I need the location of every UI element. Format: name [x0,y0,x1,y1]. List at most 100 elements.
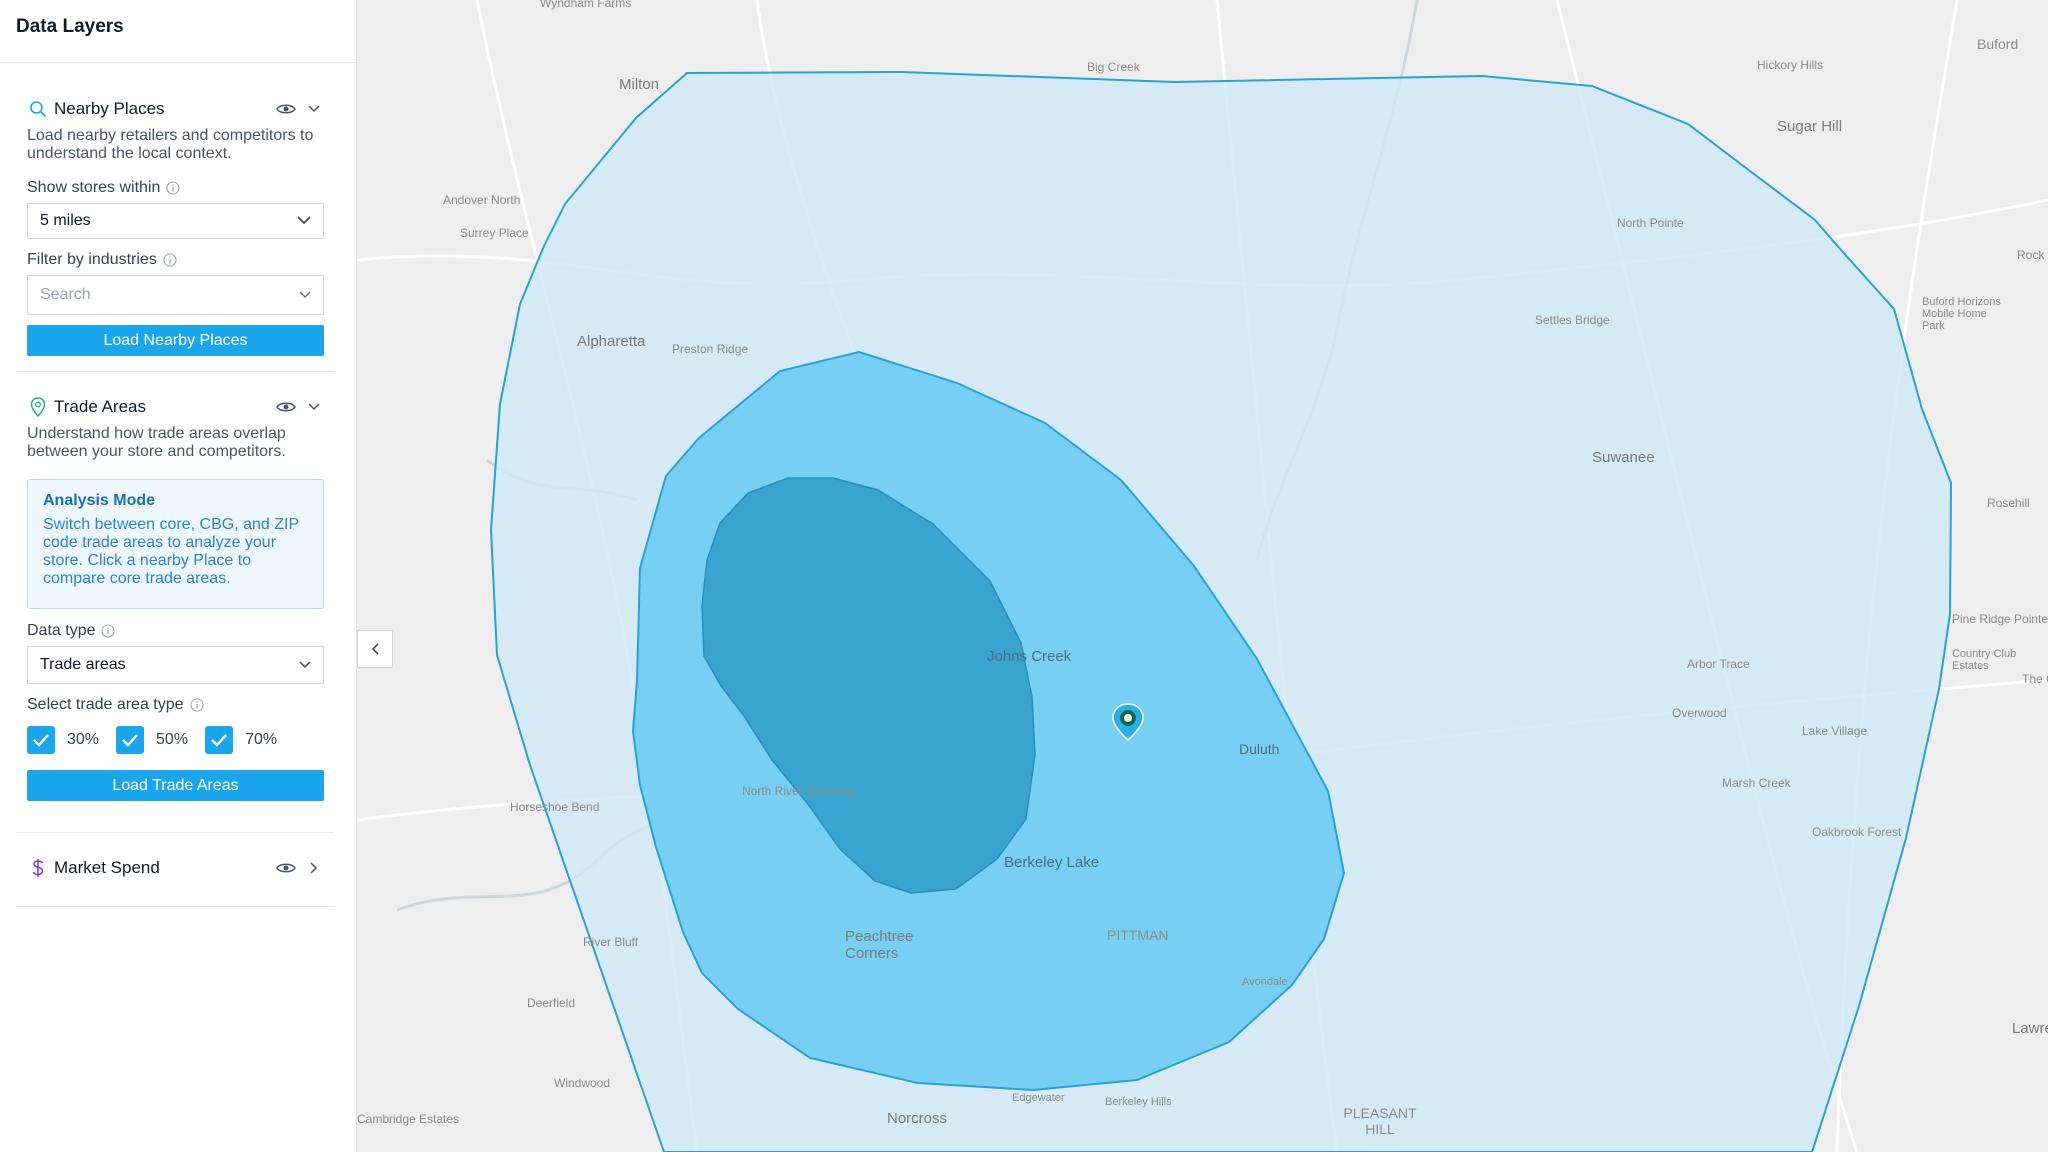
check-icon [211,734,227,747]
section-divider [16,371,334,372]
eye-icon[interactable] [276,858,296,878]
map-label-north-river: North River Crossing [742,784,854,798]
map-canvas[interactable]: Milton Sugar Hill Alpharetta Suwanee Joh… [357,0,2048,1152]
section-divider [16,906,334,907]
map-label-duluth: Duluth [1239,741,1280,757]
map-label-suwanee: Suwanee [1592,449,1655,466]
data-type-label-text: Data type [27,622,96,639]
radius-label: Show stores within [27,179,334,197]
trade-areas-header[interactable]: Trade Areas [16,393,334,421]
map-label-lawrence: Lawrenc [2012,1020,2048,1037]
map-label-windwood: Windwood [554,1076,611,1090]
map-label-surrey-place: Surrey Place [460,226,529,240]
map-label-country-club: Country Club Estates [1952,648,2017,672]
trade-area-type-checkboxes: 30% 50% 70% [27,726,334,754]
dollar-icon [26,856,50,880]
map-label-the-c: The C [2022,672,2048,686]
market-spend-section: Market Spend [16,854,334,882]
chevron-down-icon[interactable] [304,397,324,417]
map-label-big-creek: Big Creek [1087,60,1140,74]
checkbox-50[interactable] [116,726,145,754]
info-icon[interactable] [163,253,177,267]
trade-areas-section: Trade Areas Understand how trade areas o… [16,393,334,801]
map-label-johns-creek: Johns Creek [987,648,1072,665]
map-label-deerfield: Deerfield [527,996,576,1010]
map-label-cambridge: Cambridge Estates [357,1112,460,1126]
map-label-north-pointe: North Pointe [1617,216,1684,230]
trade-areas-title: Trade Areas [54,397,146,416]
data-type-select[interactable]: Trade areas [27,646,324,684]
trade-area-type-label-text: Select trade area type [27,696,184,713]
industries-search-input[interactable] [40,286,290,304]
eye-icon[interactable] [276,99,296,119]
checkbox-70[interactable] [205,726,234,754]
radius-select-value: 5 miles [40,212,91,229]
search-icon [26,97,50,121]
data-type-label: Data type [27,622,334,640]
industries-select[interactable] [27,275,324,315]
trade-area-70-option[interactable]: 70% [205,726,277,754]
map-label-milton: Milton [619,76,660,93]
map-label-edgewater: Edgewater [1012,1092,1065,1104]
info-icon[interactable] [166,181,180,195]
nearby-places-title: Nearby Places [54,99,165,118]
market-spend-header[interactable]: Market Spend [16,854,334,882]
map-label-arbor-trace: Arbor Trace [1687,657,1750,671]
load-trade-areas-button[interactable]: Load Trade Areas [27,770,324,801]
load-nearby-places-button[interactable]: Load Nearby Places [27,325,324,356]
analysis-mode-card: Analysis Mode Switch between core, CBG, … [27,479,324,609]
check-icon [33,734,49,747]
checkbox-50-label: 50% [156,731,189,748]
map-label-overwood: Overwood [1672,706,1727,720]
market-spend-title: Market Spend [54,858,160,877]
info-icon[interactable] [101,624,116,638]
map-label-buford: Buford [1977,36,2019,52]
nearby-places-section: Nearby Places Load nearby retailers and … [16,95,334,356]
trade-area-50-option[interactable]: 50% [116,726,188,754]
chevron-left-icon [371,643,379,655]
map-label-norcross: Norcross [887,1110,948,1127]
map-label-sugar-hill: Sugar Hill [1777,118,1843,135]
map-label-berkeley-hills: Berkeley Hills [1105,1096,1172,1108]
map-label-pleasant-hill: PLEASANT HILL [1343,1105,1417,1137]
info-icon[interactable] [189,698,204,712]
checkbox-30[interactable] [27,726,55,754]
data-layers-sidebar: Data Layers Nearby Places Load nearby re… [0,0,357,1152]
map-label-avondale: Avondale [1242,976,1288,988]
checkbox-70-label: 70% [245,731,278,748]
analysis-mode-text: Switch between core, CBG, and ZIP code t… [43,516,299,587]
radius-select[interactable]: 5 miles [27,203,324,239]
industries-label: Filter by industries [27,251,334,269]
nearby-places-header[interactable]: Nearby Places [16,95,334,123]
map-label-alpharetta: Alpharetta [577,333,646,350]
check-icon [122,734,138,747]
map-label-peachtree-corners: Peachtree Corners [845,928,914,962]
map-label-rock-c: Rock C [2017,248,2048,262]
map-layer [357,0,2048,1152]
analysis-mode-title: Analysis Mode [43,492,156,509]
map-label-buford-horizons: Buford Horizons Mobile Home Park [1922,296,2001,332]
map-label-settles-bridge: Settles Bridge [1535,313,1610,327]
map-label-horseshoe: Horseshoe Bend [510,800,600,814]
chevron-down-icon [297,212,311,230]
map-label-wyndham: Wyndham Farms [540,0,632,10]
map-label-preston-ridge: Preston Ridge [672,342,749,356]
trade-area-30-option[interactable]: 30% [27,726,99,754]
map-label-rosehill: Rosehill [1987,496,2030,510]
map-label-pittman: PITTMAN [1107,927,1169,943]
map-label-berkeley-lake: Berkeley Lake [1004,854,1100,871]
nearby-places-description: Load nearby retailers and competitors to… [27,127,314,162]
checkbox-30-label: 30% [67,731,100,748]
map-pin-icon [26,395,50,419]
chevron-down-icon [299,286,311,304]
map-label-marsh-creek: Marsh Creek [1722,776,1791,790]
eye-icon[interactable] [276,397,296,417]
collapse-sidebar-button[interactable] [357,630,393,668]
chevron-down-icon[interactable] [304,99,324,119]
map-label-andover-north: Andover North [443,193,521,207]
chevron-right-icon[interactable] [304,858,324,878]
map-label-river-bluff: River Bluff [583,935,639,949]
sidebar-header: Data Layers [0,0,356,63]
sidebar-title: Data Layers [16,16,124,37]
section-divider [16,832,334,833]
